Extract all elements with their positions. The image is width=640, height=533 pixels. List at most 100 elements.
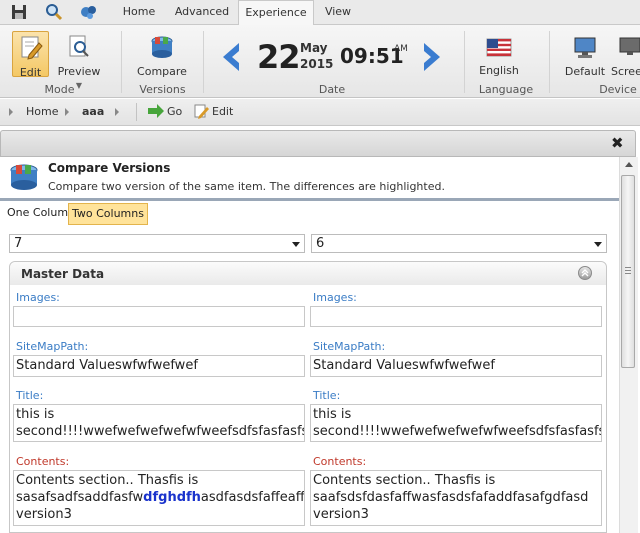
collapse-section-icon[interactable] (578, 266, 592, 280)
contents-field-right[interactable]: Contents section.. Thasfis is saafsdsfda… (310, 470, 602, 526)
scroll-up-arrow-icon[interactable] (625, 162, 633, 167)
contents-line3-left: version3 (16, 507, 72, 522)
contents-line2-left-text-a: sasafsadfsaddfasfw (16, 490, 144, 505)
sitemap-label-right: SiteMapPath: (313, 340, 386, 353)
images-label-left: Images: (16, 291, 60, 304)
compare-icon (151, 36, 173, 58)
language-group-label: Language (478, 83, 534, 96)
device-screen-button[interactable]: Scree (611, 31, 640, 77)
scrollbar-grip (625, 273, 631, 274)
compare-versions-button[interactable]: Compare (136, 31, 188, 78)
sitemap-label-left: SiteMapPath: (16, 340, 89, 353)
tab-experience[interactable]: Experience (238, 0, 314, 26)
screen-device-label: Scree (611, 65, 640, 77)
preview-text: Preview (57, 65, 101, 78)
contents-line2-left-text-b: asdfasdsfaffeaffa (200, 490, 305, 505)
compare-label: Compare (137, 65, 187, 78)
ribbon-tab-bar: Home Advanced Experience View (0, 0, 640, 26)
go-button[interactable]: Go (167, 105, 182, 118)
date-group-label: Date (318, 83, 346, 96)
contents-line2-left: sasafsadfsaddfasfwdfghdfhasdfasdsfaffeaf… (16, 489, 305, 506)
version-select-left[interactable]: 7 (9, 234, 305, 253)
scrollbar-grip (625, 267, 631, 268)
monitor-icon (574, 37, 596, 58)
compare-versions-icon (8, 161, 40, 196)
mode-group-label: Mode (44, 83, 75, 96)
tab-view[interactable]: View (316, 0, 360, 25)
preview-mode-button[interactable]: Preview ▼ (53, 31, 105, 90)
default-device-label: Default (564, 65, 606, 78)
english-label: English (479, 64, 519, 77)
title-line1-left: this is (16, 407, 55, 422)
previous-date-arrow-icon[interactable] (219, 41, 243, 76)
ribbon-separator (549, 31, 550, 93)
ribbon-separator (121, 31, 122, 93)
scrollbar-grip (625, 270, 631, 271)
next-date-arrow-icon[interactable] (420, 41, 444, 76)
breadcrumb-home[interactable]: Home (26, 105, 58, 118)
chevron-down-icon (594, 242, 602, 247)
tools-icon[interactable] (80, 3, 100, 21)
version-select-right-value: 6 (316, 236, 325, 251)
chevron-down-icon (292, 242, 300, 247)
date-ampm: AM (394, 44, 408, 54)
dialog-title-bar (0, 130, 636, 157)
date-month: May (300, 41, 328, 55)
tab-home[interactable]: Home (114, 0, 164, 25)
contents-field-left[interactable]: Contents section.. Thasfis is sasafsadfs… (13, 470, 305, 526)
title-line2-left: second!!!!wwefwefwefwefwfweefsdfsfasfasf… (16, 424, 305, 439)
device-default-button[interactable]: Default (562, 31, 608, 78)
date-day: 22 (257, 38, 301, 76)
us-flag-icon (486, 38, 512, 57)
scrollbar-thumb[interactable] (621, 175, 635, 368)
dialog-description: Compare two version of the same item. Th… (48, 180, 445, 193)
language-english-button[interactable]: English (474, 31, 524, 77)
images-field-right[interactable] (310, 306, 602, 327)
tab-advanced[interactable]: Advanced (168, 0, 236, 25)
breadcrumb: Home aaa Go Edit (0, 99, 640, 126)
contents-line1-left: Contents section.. Thasfis is (16, 473, 199, 488)
edit-page-icon (21, 36, 43, 60)
edit-mode-label: Edit (19, 66, 42, 79)
tab-two-columns[interactable]: Two Columns (68, 203, 148, 225)
title-label-right: Title: (313, 389, 341, 402)
ribbon-panel: Edit Preview ▼ Mode Compare Versions 22 … (0, 25, 640, 98)
close-icon[interactable]: ✖ (611, 134, 624, 152)
title-field-left[interactable]: this is second!!!!wwefwefwefwefwfweefsdf… (13, 404, 305, 442)
breadcrumb-divider (136, 103, 137, 121)
title-line2-right: second!!!!wwefwefwefwefwfweefsdfsfasfasf… (313, 424, 602, 439)
breadcrumb-item[interactable]: aaa (82, 105, 104, 118)
images-field-left[interactable] (13, 306, 305, 327)
search-icon[interactable] (45, 3, 65, 21)
breadcrumb-separator-icon (115, 108, 119, 116)
versions-group-label: Versions (139, 83, 186, 96)
ribbon-separator (203, 31, 204, 93)
edit-mode-button[interactable]: Edit (12, 31, 49, 79)
contents-line2-right: saafsdsfdasfaffwasfasdsfafaddfasafgdfasd (313, 490, 589, 505)
edit-button[interactable]: Edit (212, 105, 233, 118)
sitemap-value-right: Standard Valueswfwfwefwef (313, 358, 495, 373)
edit-pencil-icon (193, 103, 209, 122)
breadcrumb-separator-icon (65, 108, 69, 116)
date-year: 2015 (300, 57, 334, 71)
title-field-right[interactable]: this is second!!!!wwefwefwefwefwfweefsdf… (310, 404, 602, 442)
sitemap-field-right[interactable]: Standard Valueswfwfwefwef (310, 355, 602, 377)
go-arrow-icon (147, 104, 165, 121)
ribbon-separator (464, 31, 465, 93)
title-label-left: Title: (16, 389, 44, 402)
master-data-title: Master Data (21, 267, 105, 281)
version-select-right[interactable]: 6 (311, 234, 607, 253)
images-label-right: Images: (313, 291, 357, 304)
contents-label-left: Contents: (16, 455, 70, 468)
preview-page-icon (69, 35, 89, 57)
save-icon[interactable] (10, 3, 30, 21)
contents-label-right: Contents: (313, 455, 367, 468)
dialog-title: Compare Versions (48, 161, 171, 175)
sitemap-field-left[interactable]: Standard Valueswfwfwefwef (13, 355, 305, 377)
contents-diff-highlight: dfghdfh (143, 490, 201, 505)
version-select-left-value: 7 (14, 236, 23, 251)
contents-line1-right: Contents section.. Thasfis is (313, 473, 496, 488)
tab-one-column[interactable]: One Column (4, 203, 78, 225)
header-divider (0, 199, 619, 201)
monitor-icon (619, 37, 640, 55)
